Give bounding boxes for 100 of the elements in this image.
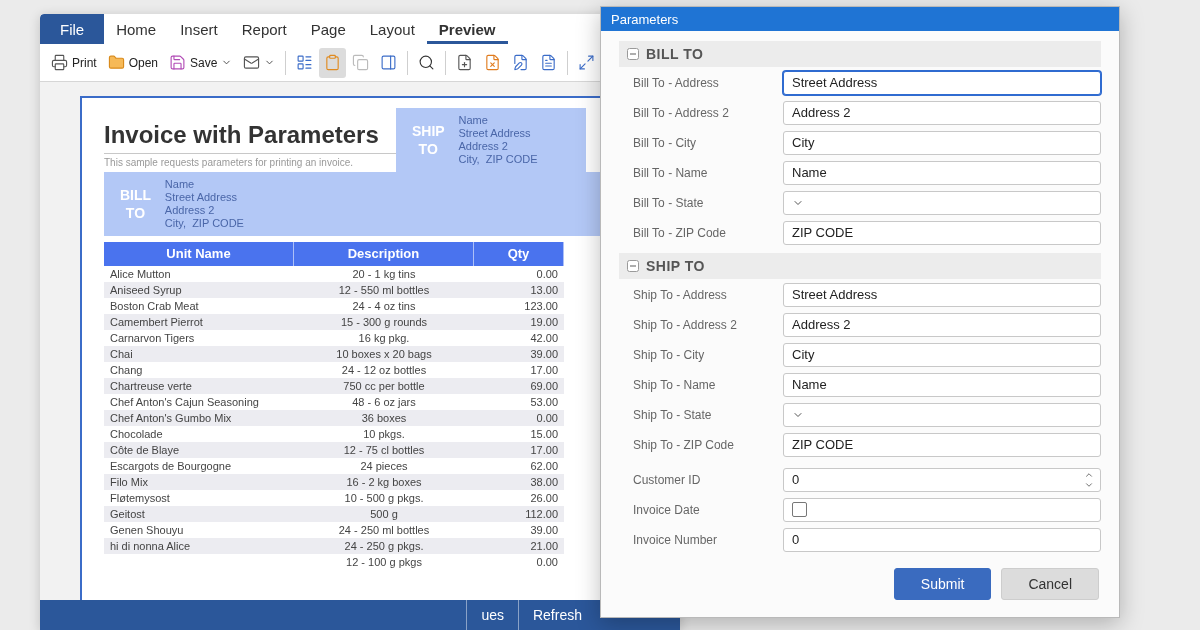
clipboard-icon (324, 54, 342, 71)
ribbon-tab[interactable]: Preview (426, 14, 508, 44)
column-header[interactable]: Qty (474, 242, 564, 266)
text-field[interactable]: ZIP CODE (783, 220, 1101, 245)
page-pen-icon (512, 54, 530, 71)
search-icon (418, 54, 436, 71)
table-cell-text: 13.00 (529, 284, 559, 296)
minus-box-icon[interactable] (627, 260, 639, 272)
field-label: Ship To - State (633, 407, 713, 422)
table-cell-text: Chai (109, 348, 134, 360)
envelope-icon (243, 54, 261, 71)
report-subtitle: This sample requests parameters for printing an invoice. (104, 156, 354, 168)
text-field[interactable]: City (783, 342, 1101, 367)
table-cell-text: Aniseed Syrup (109, 284, 183, 296)
text-field[interactable]: City (783, 130, 1101, 155)
page-lines-icon (540, 54, 558, 71)
text-field[interactable]: Address 2 (783, 312, 1101, 337)
table-cell-text: 26.00 (529, 492, 559, 504)
table-cell-text: 21.00 (529, 540, 559, 552)
text-field[interactable]: Street Address (783, 282, 1101, 307)
field-label: Bill To - Address (633, 75, 720, 90)
table-cell-text: 15 - 300 g rounds (339, 316, 429, 328)
table-cell-text: 0.00 (535, 412, 559, 424)
table-cell-text: 10 boxes x 20 bags (335, 348, 433, 360)
address-line: Name (164, 178, 196, 191)
table-cell-text: Filo Mix (109, 476, 149, 488)
toolbar-button[interactable]: Save (164, 47, 238, 78)
table-cell-text: 123.00 (523, 300, 559, 312)
field-label: Bill To - Name (633, 165, 709, 180)
checkbox[interactable] (792, 502, 807, 517)
table-cell-text: Carnarvon Tigers (109, 332, 196, 344)
table-cell-text: 69.00 (529, 380, 559, 392)
panel-icon (380, 54, 398, 71)
table-cell-text: Fløtemysost (109, 492, 171, 504)
column-header[interactable]: Description (294, 242, 474, 266)
table-cell-text: Boston Crab Meat (109, 300, 200, 312)
table-cell-text: Genen Shouyu (109, 524, 185, 536)
table-cell-text: 48 - 6 oz jars (351, 396, 417, 408)
field-label: Bill To - Address 2 (633, 105, 730, 120)
text-field[interactable]: ZIP CODE (783, 432, 1101, 457)
text-field[interactable]: 0 (783, 527, 1101, 552)
printer-icon (51, 54, 68, 71)
field-label: Ship To - Address 2 (633, 317, 738, 332)
ribbon-tab[interactable]: Home (104, 14, 169, 44)
table-cell-text: Chef Anton's Gumbo Mix (109, 412, 233, 424)
address-line: Name (458, 114, 489, 127)
table-cell-text: 62.00 (529, 460, 559, 472)
list-icon (296, 54, 314, 71)
table-cell-text: Chocolade (109, 428, 164, 440)
table-cell-text: 0.00 (535, 556, 559, 568)
field-label: Ship To - City (633, 347, 706, 362)
table-cell-text: 10 pkgs. (362, 428, 406, 440)
date-field[interactable] (783, 497, 1101, 522)
minus-box-icon[interactable] (627, 48, 639, 60)
table-cell-text: 15.00 (529, 428, 559, 440)
ribbon-tab[interactable]: Page (298, 14, 358, 44)
ribbon-tab[interactable]: Report (229, 14, 299, 44)
number-field[interactable]: 0 (783, 467, 1101, 492)
text-field[interactable]: Name (783, 160, 1101, 185)
table-cell-text: 24 - 250 ml bottles (337, 524, 431, 536)
text-field[interactable]: Street Address (783, 70, 1101, 95)
file-menu-tab[interactable]: File (40, 14, 105, 44)
table-cell-text: 12 - 100 g pkgs (345, 556, 423, 568)
table-cell-text: 24 - 4 oz tins (351, 300, 417, 312)
toolbar-button[interactable]: Open (102, 47, 164, 78)
table-cell-text: 12 - 75 cl bottles (342, 444, 426, 456)
toolbar-button[interactable]: Print (46, 47, 102, 78)
copy-icon (352, 54, 370, 71)
field-label: Invoice Date (633, 502, 701, 517)
dialog-title: Parameters (611, 11, 679, 27)
field-label: Ship To - Address (633, 287, 728, 302)
table-cell-text: 24 - 250 g pkgs. (343, 540, 425, 552)
ribbon-tab[interactable]: Insert (168, 14, 230, 44)
table-cell-text: Chartreuse verte (109, 380, 193, 392)
table-cell-text: Escargots de Bourgogne (109, 460, 233, 472)
dropdown-field[interactable] (783, 402, 1101, 427)
ribbon-tab[interactable]: Layout (357, 14, 427, 44)
table-cell-text: hi di nonna Alice (109, 540, 192, 552)
table-cell-text: 19.00 (529, 316, 559, 328)
table-cell-text: 16 kg pkg. (357, 332, 411, 344)
cancel-button[interactable]: Cancel (1001, 568, 1099, 600)
submit-button[interactable]: Submit (893, 568, 992, 600)
column-header[interactable]: Unit Name (104, 242, 294, 266)
field-label: Ship To - ZIP Code (633, 437, 735, 452)
field-label: Ship To - Name (633, 377, 717, 392)
table-cell-text: Chang (109, 364, 144, 376)
text-field[interactable]: Address 2 (783, 100, 1101, 125)
address-heading: BILL TO (120, 186, 151, 222)
table-cell-text: 17.00 (529, 444, 559, 456)
table-cell-text: 20 - 1 kg tins (351, 268, 417, 280)
table-cell-text: Camembert Pierrot (109, 316, 204, 328)
text-field[interactable]: Name (783, 372, 1101, 397)
dropdown-field[interactable] (783, 190, 1101, 215)
field-label: Bill To - ZIP Code (633, 225, 727, 240)
table-cell-text: 750 cc per bottle (342, 380, 426, 392)
table-cell-text: 24 - 12 oz bottles (340, 364, 428, 376)
table-cell-text: 17.00 (529, 364, 559, 376)
table-cell-text: 24 pieces (359, 460, 409, 472)
address-line: City, ZIP CODE (458, 153, 538, 166)
section-heading: SHIP TO (646, 258, 705, 274)
